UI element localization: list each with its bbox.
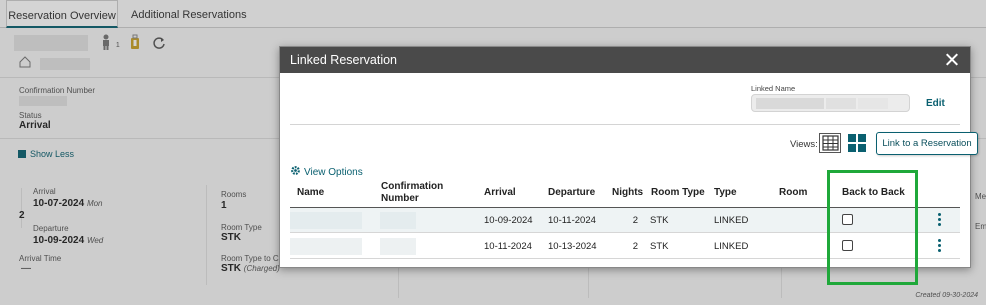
nights-cell: 2 — [632, 241, 638, 252]
view-options-link[interactable]: View Options — [290, 165, 363, 178]
column-header-confirmation: Confirmation Number — [381, 181, 444, 204]
grid-view-icon[interactable] — [819, 133, 841, 153]
dialog-header: Linked Reservation — [280, 47, 970, 73]
column-header-room: Room — [779, 187, 808, 198]
room-type-cell: STK — [650, 215, 669, 226]
arrival-cell: 10-09-2024 — [484, 215, 533, 226]
type-cell: LINKED — [714, 241, 749, 252]
name-redacted — [290, 212, 362, 229]
linked-name-label: Linked Name — [751, 84, 796, 93]
back-to-back-highlight — [827, 170, 918, 285]
column-header-nights: Nights — [612, 187, 644, 198]
type-cell: LINKED — [714, 215, 749, 226]
nights-cell: 2 — [632, 215, 638, 226]
view-options-label: View Options — [304, 167, 363, 178]
kebab-icon[interactable] — [938, 213, 942, 228]
close-icon[interactable] — [944, 50, 960, 68]
column-header-arrival: Arrival — [484, 187, 516, 198]
column-header-type: Type — [714, 187, 737, 198]
confirmation-redacted — [380, 238, 416, 255]
departure-cell: 10-13-2024 — [548, 241, 597, 252]
column-header-name: Name — [297, 187, 325, 198]
redacted-block — [756, 98, 824, 109]
kebab-icon[interactable] — [938, 239, 942, 254]
link-to-reservation-button[interactable]: Link to a Reservation — [876, 132, 978, 155]
views-label: Views: — [790, 139, 818, 150]
edit-button[interactable]: Edit — [926, 98, 945, 109]
divider — [290, 124, 960, 125]
column-header-departure: Departure — [548, 187, 596, 198]
dialog-title: Linked Reservation — [290, 53, 398, 67]
departure-cell: 10-11-2024 — [548, 215, 596, 226]
room-type-cell: STK — [650, 241, 669, 252]
confirmation-redacted — [380, 212, 416, 229]
column-header-room-type: Room Type — [651, 187, 705, 198]
linked-name-field[interactable] — [751, 94, 910, 112]
name-redacted — [290, 238, 362, 255]
gear-icon — [290, 165, 301, 178]
tile-view-icon[interactable] — [846, 133, 868, 153]
redacted-block — [826, 98, 856, 109]
redacted-block — [858, 98, 888, 109]
arrival-cell: 10-11-2024 — [484, 241, 532, 252]
